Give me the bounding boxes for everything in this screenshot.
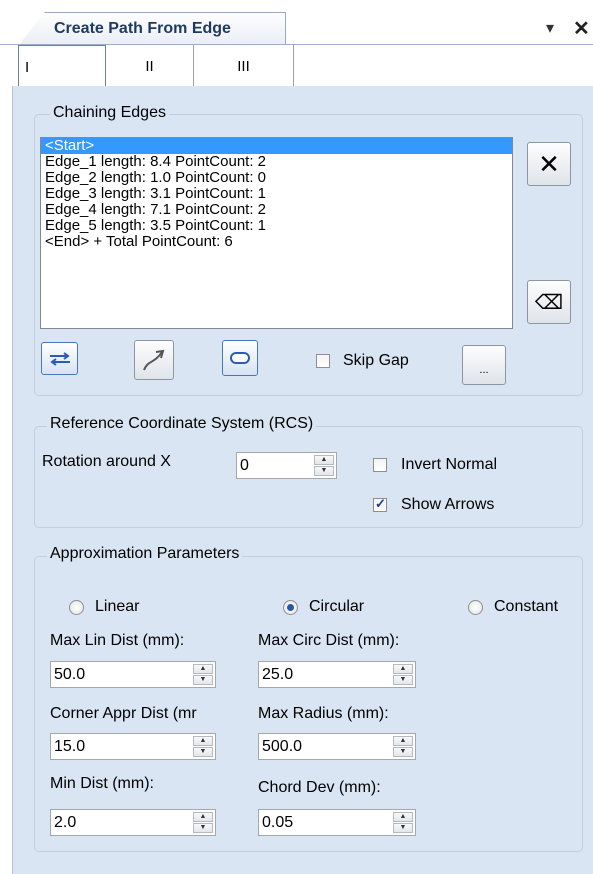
max-circ-dist-value: 25.0 [262, 666, 294, 683]
max-lin-dist-label: Max Lin Dist (mm): [50, 632, 185, 649]
max-lin-dist-stepper[interactable]: 50.0 ▲ ▼ [50, 661, 216, 688]
more-button[interactable]: ... [462, 345, 506, 385]
spin-down-icon[interactable]: ▼ [314, 466, 334, 476]
swap-arrows-icon [49, 351, 70, 366]
chord-dev-stepper[interactable]: 0.05 ▲ ▼ [258, 809, 416, 836]
list-item[interactable]: Edge_2 length: 1.0 PointCount: 0 [41, 170, 512, 186]
dropdown-icon[interactable]: ▾ [546, 18, 554, 38]
spin-up-icon[interactable]: ▲ [314, 455, 334, 465]
approximation-label: Approximation Parameters [47, 545, 243, 563]
spin-up-icon[interactable]: ▲ [193, 812, 213, 822]
spin-down-icon[interactable]: ▼ [193, 747, 213, 757]
constant-radio[interactable] [468, 600, 483, 615]
tab-row: I II III [0, 44, 593, 87]
spin-down-icon[interactable]: ▼ [193, 675, 213, 685]
min-dist-value: 2.0 [54, 814, 77, 831]
corner-appr-dist-label: Corner Appr Dist (mr [50, 705, 197, 722]
window-title: Create Path From Edge [54, 20, 231, 37]
more-label: ... [479, 364, 489, 376]
tab-label: I [25, 59, 30, 76]
spin-up-icon[interactable]: ▲ [393, 812, 413, 822]
list-item[interactable]: Edge_4 length: 7.1 PointCount: 2 [41, 202, 512, 218]
list-item[interactable]: Edge_3 length: 3.1 PointCount: 1 [41, 186, 512, 202]
max-radius-stepper[interactable]: 500.0 ▲ ▼ [258, 733, 416, 760]
path-direction-button[interactable] [134, 340, 174, 380]
max-radius-value: 500.0 [262, 738, 303, 755]
max-radius-label: Max Radius (mm): [258, 705, 389, 722]
spin-up-icon[interactable]: ▲ [193, 736, 213, 746]
tab-label: II [145, 58, 154, 75]
rotation-stepper[interactable]: 0 ▲ ▼ [236, 452, 337, 479]
invert-normal-checkbox[interactable] [373, 458, 387, 472]
spin-up-icon[interactable]: ▲ [393, 736, 413, 746]
tab-3[interactable]: III [194, 45, 294, 87]
circular-radio[interactable] [283, 600, 298, 615]
min-dist-stepper[interactable]: 2.0 ▲ ▼ [50, 809, 216, 836]
close-icon: ✕ [538, 148, 560, 179]
chaining-edges-label: Chaining Edges [50, 104, 169, 122]
corner-appr-dist-stepper[interactable]: 15.0 ▲ ▼ [50, 733, 216, 760]
skip-gap-checkbox[interactable] [316, 354, 330, 368]
max-lin-dist-value: 50.0 [54, 666, 86, 683]
backspace-icon: ⌫ [534, 291, 564, 314]
spin-down-icon[interactable]: ▼ [393, 823, 413, 833]
min-dist-label: Min Dist (mm): [50, 775, 154, 792]
skip-gap-label: Skip Gap [343, 352, 409, 369]
close-icon[interactable]: ✕ [573, 16, 590, 41]
rotation-value: 0 [240, 457, 249, 474]
spin-down-icon[interactable]: ▼ [393, 747, 413, 757]
list-item[interactable]: Edge_1 length: 8.4 PointCount: 2 [41, 154, 512, 170]
max-circ-dist-stepper[interactable]: 25.0 ▲ ▼ [258, 661, 416, 688]
backspace-button[interactable]: ⌫ [527, 280, 571, 324]
show-arrows-checkbox[interactable] [373, 496, 387, 512]
list-item[interactable]: <End> + Total PointCount: 6 [41, 234, 512, 250]
curve-arrow-icon [143, 349, 165, 371]
chord-dev-value: 0.05 [262, 814, 294, 831]
spin-up-icon[interactable]: ▲ [393, 664, 413, 674]
tab-2[interactable]: II [106, 45, 194, 87]
linear-radio[interactable] [69, 600, 84, 615]
rcs-label: Reference Coordinate System (RCS) [47, 415, 317, 433]
closed-loop-button[interactable] [222, 340, 258, 376]
list-item[interactable]: Edge_5 length: 3.5 PointCount: 1 [41, 218, 512, 234]
linear-label: Linear [95, 598, 140, 615]
chord-dev-label: Chord Dev (mm): [258, 779, 381, 796]
tab-1[interactable]: I [18, 45, 106, 87]
tab-label: III [237, 58, 250, 75]
max-circ-dist-label: Max Circ Dist (mm): [258, 632, 400, 649]
invert-normal-label: Invert Normal [401, 456, 498, 473]
reverse-direction-button[interactable] [41, 342, 78, 375]
loop-icon [230, 352, 250, 364]
show-arrows-label: Show Arrows [401, 496, 495, 513]
title-bar: Create Path From Edge ▾ ✕ [0, 0, 593, 46]
circular-label: Circular [309, 598, 365, 615]
edge-list[interactable]: <Start> Edge_1 length: 8.4 PointCount: 2… [40, 137, 513, 329]
corner-appr-dist-value: 15.0 [54, 738, 86, 755]
remove-button[interactable]: ✕ [527, 142, 571, 186]
spin-down-icon[interactable]: ▼ [393, 675, 413, 685]
constant-label: Constant [494, 598, 559, 615]
spin-up-icon[interactable]: ▲ [193, 664, 213, 674]
list-item[interactable]: <Start> [41, 138, 512, 154]
spin-down-icon[interactable]: ▼ [193, 823, 213, 833]
rotation-label: Rotation around X [42, 453, 171, 470]
